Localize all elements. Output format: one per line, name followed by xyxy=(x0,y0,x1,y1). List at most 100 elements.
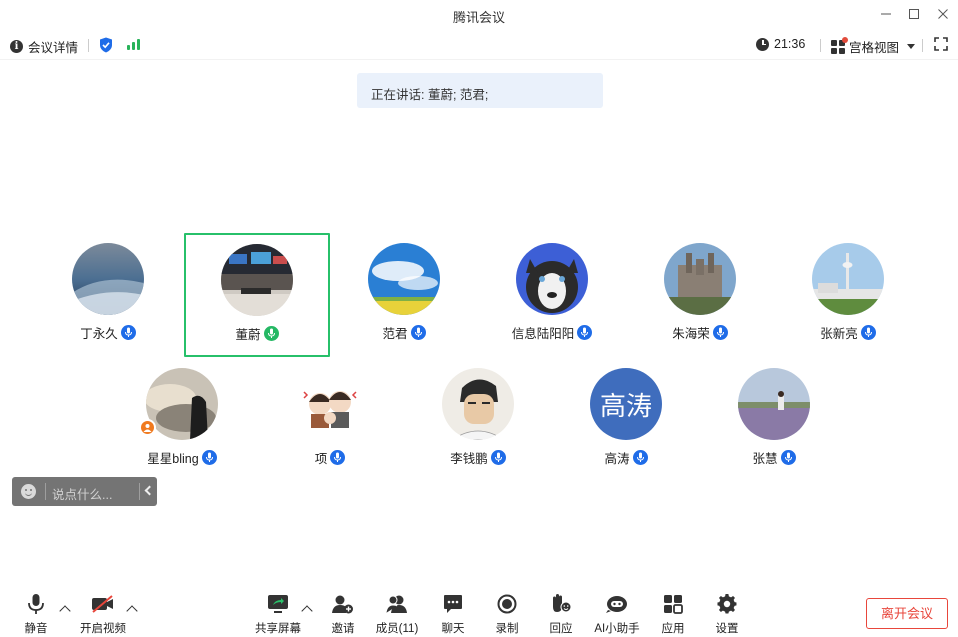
participant-name-row: 范君 xyxy=(331,323,477,342)
maximize-button[interactable] xyxy=(903,4,925,24)
avatar xyxy=(812,243,884,315)
divider xyxy=(820,39,821,52)
meeting-details-label: 会议详情 xyxy=(28,41,79,55)
microphone-icon xyxy=(8,593,64,615)
participant-name-row: 朱海荣 xyxy=(627,323,773,342)
avatar xyxy=(294,368,366,440)
microphone-icon xyxy=(860,325,876,340)
participant-tile[interactable]: 项 xyxy=(257,359,403,483)
info-icon: i xyxy=(10,40,23,53)
microphone-icon xyxy=(330,450,346,465)
apps-grid-icon xyxy=(645,593,701,615)
avatar xyxy=(368,243,440,315)
participant-name: 项 xyxy=(314,452,328,466)
share-screen-icon xyxy=(250,593,306,615)
settings-button[interactable]: 设置 xyxy=(699,593,755,636)
close-button[interactable] xyxy=(932,4,954,24)
ai-assistant-label: AI小助手 xyxy=(594,623,640,635)
apps-button[interactable]: 应用 xyxy=(645,593,701,636)
share-screen-button[interactable]: 共享屏幕 xyxy=(250,593,306,636)
security-shield-icon[interactable] xyxy=(99,37,113,58)
meeting-info-bar: i 会议详情 21:36 宫格视图 xyxy=(0,30,958,60)
maximize-icon xyxy=(909,9,919,19)
participant-tile[interactable]: 范君 xyxy=(331,234,477,358)
participant-name: 李钱鹏 xyxy=(450,452,488,466)
divider xyxy=(88,39,89,52)
start-video-label: 开启视频 xyxy=(80,623,126,635)
divider xyxy=(45,483,46,500)
view-mode-dropdown[interactable]: 宫格视图 xyxy=(831,36,916,56)
fullscreen-button[interactable] xyxy=(934,37,948,56)
avatar xyxy=(516,243,588,315)
members-label: 成员(11) xyxy=(375,623,419,635)
participant-name-row: 张新亮 xyxy=(775,323,921,342)
avatar xyxy=(738,368,810,440)
avatar: 高涛 xyxy=(590,368,662,440)
apps-label: 应用 xyxy=(661,623,685,635)
participant-tile[interactable]: 朱海荣 xyxy=(627,234,773,358)
microphone-icon xyxy=(577,325,593,340)
collapse-chevron-icon[interactable] xyxy=(144,485,155,496)
avatar xyxy=(72,243,144,315)
mute-button[interactable]: 静音 xyxy=(8,593,64,636)
leave-meeting-button[interactable]: 离开会议 xyxy=(866,598,948,629)
participant-tile[interactable]: 高涛 高涛 xyxy=(553,359,699,483)
participant-tile-speaking[interactable]: 董蔚 xyxy=(184,233,330,357)
participant-name-row: 高涛 xyxy=(553,448,699,467)
participant-name: 董蔚 xyxy=(235,328,261,342)
microphone-active-icon xyxy=(263,326,279,341)
record-button[interactable]: 录制 xyxy=(479,593,535,636)
video-off-icon xyxy=(75,593,131,615)
participant-tile[interactable]: 张新亮 xyxy=(775,234,921,358)
participant-tile[interactable]: 张慧 xyxy=(701,359,847,483)
participant-name-row: 张慧 xyxy=(701,448,847,467)
ai-assistant-button[interactable]: AI小助手 xyxy=(589,593,645,636)
participant-name: 朱海荣 xyxy=(672,327,710,341)
participant-name-row: 董蔚 xyxy=(186,324,328,343)
meeting-details-button[interactable]: i 会议详情 xyxy=(10,37,78,56)
meeting-time: 21:36 xyxy=(774,37,806,51)
chat-button[interactable]: 聊天 xyxy=(425,593,481,636)
divider xyxy=(139,483,140,500)
participant-name: 张慧 xyxy=(752,452,778,466)
participant-tile[interactable]: 丁永久 xyxy=(35,234,181,358)
mute-label: 静音 xyxy=(24,623,48,635)
record-label: 录制 xyxy=(495,623,519,635)
microphone-icon xyxy=(201,450,217,465)
participant-tile[interactable]: 信息陆阳阳 xyxy=(479,234,625,358)
participant-tile[interactable]: 星星bling xyxy=(109,359,255,483)
start-video-button[interactable]: 开启视频 xyxy=(75,593,131,636)
participant-name: 星星bling xyxy=(147,452,199,466)
quick-chat-input[interactable]: 说点什么... xyxy=(52,484,112,503)
window-title: 腾讯会议 xyxy=(452,10,505,25)
share-screen-label: 共享屏幕 xyxy=(255,623,301,635)
minimize-button[interactable] xyxy=(875,4,897,24)
members-button[interactable]: 成员(11) xyxy=(369,593,425,636)
reaction-hand-icon xyxy=(533,593,589,615)
react-label: 回应 xyxy=(549,623,573,635)
network-signal-icon[interactable] xyxy=(127,38,140,50)
chat-label: 聊天 xyxy=(441,623,465,635)
bottom-toolbar: 静音 开启视频 共享屏幕 邀请 成员(11) 聊天 录制 回应 AI小助手 应用… xyxy=(0,585,958,637)
participant-name: 丁永久 xyxy=(80,327,118,341)
invite-button[interactable]: 邀请 xyxy=(315,593,371,636)
microphone-icon xyxy=(632,450,648,465)
quick-chat-bar: 说点什么... xyxy=(12,477,157,506)
microphone-icon xyxy=(490,450,506,465)
avatar xyxy=(146,368,218,440)
participant-name: 信息陆阳阳 xyxy=(511,327,575,341)
avatar xyxy=(442,368,514,440)
react-button[interactable]: 回应 xyxy=(533,593,589,636)
participant-tile[interactable]: 李钱鹏 xyxy=(405,359,551,483)
emoji-icon[interactable] xyxy=(21,484,36,499)
host-badge-icon xyxy=(139,419,156,436)
participant-name-row: 丁永久 xyxy=(35,323,181,342)
avatar xyxy=(221,244,293,316)
ai-assistant-icon xyxy=(589,593,645,615)
speaking-indicator: 正在讲话: 董蔚; 范君; xyxy=(357,73,603,108)
participant-name-row: 项 xyxy=(257,448,403,467)
record-icon xyxy=(479,593,535,615)
clock-icon xyxy=(756,37,769,51)
fullscreen-icon xyxy=(934,37,948,51)
participant-name: 张新亮 xyxy=(820,327,858,341)
